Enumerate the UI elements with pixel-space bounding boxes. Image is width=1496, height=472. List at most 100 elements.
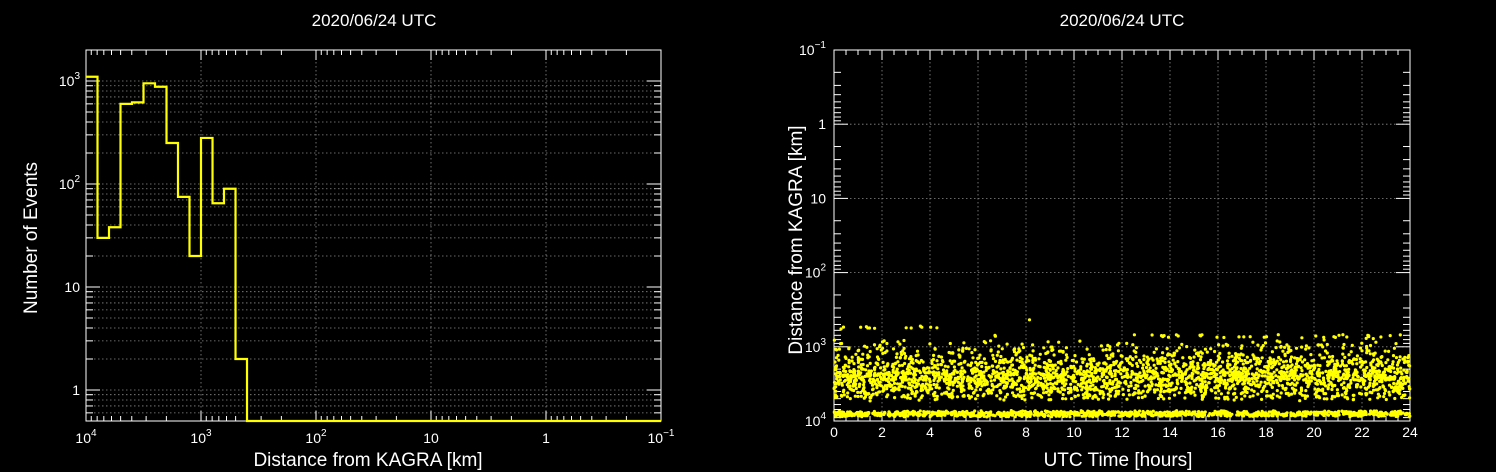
scatter-point <box>902 338 906 343</box>
scatter-point <box>1366 333 1370 337</box>
scatter-point <box>1071 359 1075 363</box>
scatter-point <box>1384 411 1388 415</box>
scatter-point <box>1252 389 1256 393</box>
scatter-point <box>1075 371 1079 375</box>
scatter-point <box>1344 387 1348 391</box>
scatter-point <box>1283 352 1287 356</box>
scatter-point <box>1315 382 1319 386</box>
scatter-point <box>1000 377 1005 381</box>
scatter-point <box>1132 386 1137 390</box>
scatter-point <box>832 338 837 342</box>
scatter-point <box>1368 381 1372 385</box>
scatter-point <box>1396 360 1400 365</box>
scatter-point <box>1143 414 1147 418</box>
scatter-point <box>1322 356 1326 360</box>
scatter-point <box>1167 396 1171 400</box>
scatter-point <box>1044 379 1048 383</box>
scatter-point <box>1393 370 1397 374</box>
scatter-point <box>1358 357 1362 361</box>
scatter-point <box>1305 411 1309 415</box>
scatter-point <box>1303 396 1307 400</box>
scatter-point <box>971 413 975 417</box>
scatter-point <box>1270 372 1274 376</box>
scatter-point <box>1184 409 1188 413</box>
scatter-point <box>1028 353 1032 357</box>
scatter-point <box>971 356 975 360</box>
scatter-point <box>961 349 965 353</box>
scatter-xtick-label: 16 <box>1210 424 1226 440</box>
scatter-point <box>900 378 904 382</box>
scatter-point <box>903 395 907 399</box>
scatter-point <box>1036 375 1040 380</box>
scatter-point <box>1368 343 1373 348</box>
scatter-point <box>1090 364 1094 368</box>
scatter-point <box>1150 370 1154 374</box>
scatter-point <box>841 373 846 377</box>
scatter-point <box>1382 395 1386 399</box>
scatter-point <box>989 339 993 343</box>
scatter-point <box>885 395 889 399</box>
scatter-point <box>915 349 920 353</box>
scatter-point <box>837 410 841 415</box>
scatter-point <box>1196 351 1201 355</box>
scatter-xtick-label: 22 <box>1354 424 1370 440</box>
scatter-point <box>1228 373 1232 378</box>
scatter-point <box>1380 380 1384 384</box>
scatter-point <box>1041 373 1045 377</box>
scatter-point <box>999 367 1003 371</box>
scatter-point <box>888 384 892 388</box>
scatter-point <box>863 344 867 348</box>
scatter-point <box>1266 394 1270 398</box>
scatter-point <box>1308 364 1312 368</box>
scatter-point <box>862 412 866 416</box>
scatter-point <box>1239 346 1243 350</box>
scatter-point <box>834 368 838 372</box>
scatter-point <box>1316 370 1320 374</box>
scatter-point <box>1300 336 1304 340</box>
scatter-point <box>908 383 912 387</box>
scatter-point <box>873 326 877 330</box>
scatter-point <box>859 394 863 398</box>
scatter-point <box>1214 360 1219 364</box>
scatter-point <box>1175 373 1179 377</box>
scatter-point <box>893 413 897 417</box>
scatter-point <box>1140 395 1144 400</box>
scatter-point <box>1172 373 1176 377</box>
figure-canvas: 2020/06/24 UTC Distance from KAGRA [km] … <box>0 0 1496 472</box>
scatter-point <box>938 411 942 416</box>
scatter-point <box>1368 378 1372 382</box>
scatter-point <box>1395 367 1400 371</box>
scatter-point <box>1034 412 1038 416</box>
scatter-point <box>856 356 860 360</box>
scatter-point <box>1061 414 1065 418</box>
scatter-point <box>1037 371 1041 375</box>
scatter-point <box>1100 410 1104 414</box>
scatter-point <box>938 378 942 382</box>
scatter-point <box>1043 413 1047 417</box>
scatter-point <box>1289 348 1293 353</box>
scatter-point <box>1236 360 1240 364</box>
scatter-point <box>840 394 844 398</box>
scatter-point <box>1215 335 1219 339</box>
scatter-point <box>1255 367 1259 371</box>
scatter-point <box>1396 370 1400 374</box>
scatter-point <box>1025 368 1029 372</box>
scatter-point <box>1219 392 1223 396</box>
scatter-point <box>1267 375 1271 379</box>
scatter-point <box>1402 375 1406 379</box>
scatter-point <box>872 343 877 347</box>
scatter-point <box>1387 390 1391 394</box>
scatter-point <box>859 325 863 329</box>
scatter-point <box>1376 363 1380 368</box>
scatter-point <box>1322 392 1326 396</box>
scatter-point <box>862 378 866 382</box>
scatter-point <box>1203 413 1207 417</box>
scatter-point <box>962 393 966 398</box>
scatter-point <box>1151 358 1155 362</box>
scatter-point <box>1101 390 1105 394</box>
scatter-point <box>1214 396 1218 400</box>
scatter-point <box>1131 393 1135 397</box>
scatter-point <box>1163 377 1167 381</box>
scatter-xtick-label: 12 <box>1114 424 1130 440</box>
scatter-point <box>878 343 882 347</box>
